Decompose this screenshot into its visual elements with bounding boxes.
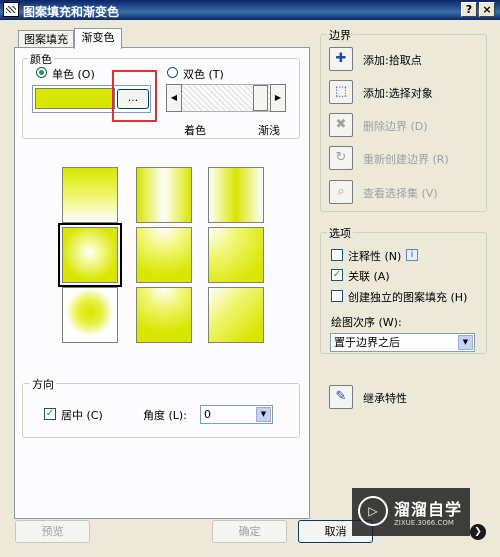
remove-boundaries-icon: ✖ xyxy=(329,113,353,137)
centered-checkbox[interactable]: ✓ xyxy=(44,408,56,420)
angle-value: 0 xyxy=(204,408,211,421)
two-color-radio[interactable] xyxy=(167,67,178,78)
direction-group-label: 方向 xyxy=(30,376,56,392)
options-group-label: 选项 xyxy=(327,225,353,241)
angle-label: 角度 (L): xyxy=(143,409,187,422)
separate-hatches-label: 创建独立的图案填充 (H) xyxy=(348,291,468,304)
annotative-label: 注释性 (N) xyxy=(348,250,402,263)
boundaries-group-label: 边界 xyxy=(327,27,353,43)
slider-left-arrow-icon[interactable]: ◀ xyxy=(166,84,182,112)
remove-boundaries-button: 删除边界 (D) xyxy=(363,120,428,133)
gradient-cell-curved[interactable] xyxy=(208,227,264,283)
associative-checkbox[interactable]: ✓ xyxy=(331,269,343,281)
color-group-label: 颜色 xyxy=(28,51,54,67)
chevron-down-icon[interactable]: ▼ xyxy=(256,407,271,422)
color-swatch xyxy=(35,88,115,109)
two-color-label: 双色 (T) xyxy=(183,68,224,81)
expand-options-icon[interactable]: ❯ xyxy=(470,524,486,540)
gradient-cell-cylinder[interactable] xyxy=(136,167,192,223)
annotative-checkbox[interactable] xyxy=(331,249,343,261)
tint-label: 渐浅 xyxy=(258,124,280,137)
watermark-text: 溜溜自学 xyxy=(394,500,463,519)
view-selections-icon: ⌕ xyxy=(329,180,353,204)
select-objects-icon[interactable]: ⬚ xyxy=(329,80,353,104)
associative-label: 关联 (A) xyxy=(348,270,390,283)
gradient-cell-hemispherical[interactable] xyxy=(136,227,192,283)
view-selections-button: 查看选择集 (V) xyxy=(363,187,438,200)
watermark-subtext: ZIXUE.3066.COM xyxy=(394,519,454,527)
app-icon xyxy=(3,2,19,17)
gradient-cell-inv-cylinder[interactable] xyxy=(208,167,264,223)
shade-tint-slider[interactable] xyxy=(166,84,286,112)
gradient-cell-spherical[interactable] xyxy=(58,223,122,287)
inherit-properties-icon[interactable]: ✎ xyxy=(329,385,353,409)
window-title: 图案填充和渐变色 xyxy=(23,5,120,19)
preview-button: 预览 xyxy=(15,520,90,543)
chevron-down-icon[interactable]: ▼ xyxy=(458,335,473,350)
draw-order-label: 绘图次序 (W): xyxy=(331,316,402,329)
highlight-annotation xyxy=(112,70,157,122)
slider-right-arrow-icon[interactable]: ▶ xyxy=(270,84,286,112)
gradient-cell-inv-spherical[interactable] xyxy=(62,287,118,343)
separate-hatches-checkbox[interactable] xyxy=(331,290,343,302)
ok-button: 确定 xyxy=(212,520,287,543)
inherit-properties-button[interactable]: 继承特性 xyxy=(363,390,407,406)
gradient-cell-inv-hemispherical[interactable] xyxy=(136,287,192,343)
info-icon[interactable]: i xyxy=(406,249,418,261)
help-button[interactable]: ? xyxy=(461,2,477,17)
pick-points-icon[interactable]: ✚ xyxy=(329,47,353,71)
tab-gradient[interactable]: 渐变色 xyxy=(74,28,122,49)
tab-hatch[interactable]: 图案填充 xyxy=(18,30,74,48)
close-button[interactable]: × xyxy=(479,2,495,17)
pick-points-button[interactable]: 添加:拾取点 xyxy=(363,52,422,68)
draw-order-value: 置于边界之后 xyxy=(334,336,400,349)
shade-label: 着色 xyxy=(184,124,206,137)
watermark: ▷ 溜溜自学 ZIXUE.3066.COM xyxy=(352,488,470,536)
play-logo-icon: ▷ xyxy=(358,496,388,526)
single-color-label: 单色 (O) xyxy=(52,68,95,81)
centered-label: 居中 (C) xyxy=(61,409,103,422)
slider-thumb[interactable] xyxy=(253,85,268,111)
gradient-cell-linear[interactable] xyxy=(62,167,118,223)
recreate-boundary-icon: ↻ xyxy=(329,146,353,170)
draw-order-select[interactable]: 置于边界之后 ▼ xyxy=(330,333,475,352)
recreate-boundary-button: 重新创建边界 (R) xyxy=(363,153,449,166)
title-bar: 图案填充和渐变色 ? × xyxy=(0,0,500,20)
gradient-cell-inv-curved[interactable] xyxy=(208,287,264,343)
single-color-radio[interactable] xyxy=(36,67,47,78)
select-objects-button[interactable]: 添加:选择对象 xyxy=(363,85,433,101)
angle-select[interactable]: 0 ▼ xyxy=(200,405,273,424)
